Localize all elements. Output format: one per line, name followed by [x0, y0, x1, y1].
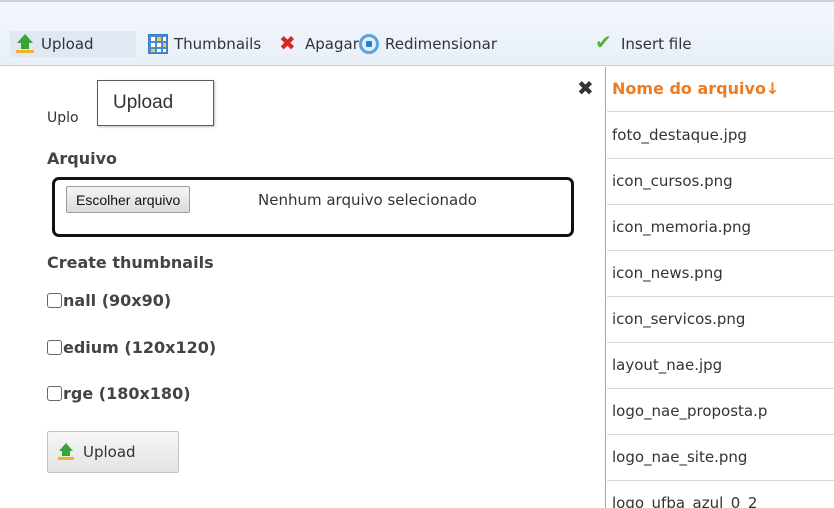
toolbar-resize-label: Redimensionar — [385, 35, 498, 53]
file-row[interactable]: logo_ufba_azul_0_2 — [607, 481, 834, 508]
delete-x-icon: ✖ — [279, 31, 296, 55]
no-file-selected-text: Nenhum arquivo selecionado — [258, 191, 477, 209]
upload-submit-label: Upload — [83, 443, 136, 461]
small-checkbox[interactable] — [47, 293, 62, 308]
file-row[interactable]: foto_destaque.jpg — [607, 113, 834, 159]
toolbar-thumbnails-label: Thumbnails — [174, 35, 262, 53]
large-checkbox[interactable] — [47, 386, 62, 401]
upload-submit-button[interactable]: Upload — [47, 431, 179, 473]
toolbar-upload-label: Upload — [41, 35, 94, 53]
file-row[interactable]: icon_servicos.png — [607, 297, 834, 343]
upload-arrow-icon — [58, 443, 76, 461]
thumbnail-option-large[interactable]: rge (180x180) — [47, 384, 191, 403]
small-option-label: nall (90x90) — [63, 291, 172, 310]
file-name-column-header[interactable]: Nome do arquivo↓ — [607, 67, 834, 112]
resize-icon — [359, 34, 379, 54]
file-row[interactable]: logo_nae_site.png — [607, 435, 834, 481]
medium-checkbox[interactable] — [47, 340, 62, 355]
large-option-label: rge (180x180) — [63, 384, 191, 403]
toolbar-upload-button[interactable]: Upload — [10, 31, 136, 57]
upload-panel: ✖ Uplo Upload Arquivo Escolher arquivo N… — [0, 67, 606, 508]
upload-form-title: Uplo — [47, 110, 79, 126]
toolbar-delete-label: Apagar — [305, 35, 359, 53]
file-row[interactable]: logo_nae_proposta.p — [607, 389, 834, 435]
create-thumbnails-heading: Create thumbnails — [47, 253, 214, 272]
toolbar-delete-button[interactable]: ✖ Apagar — [279, 31, 359, 57]
thumbnail-option-medium[interactable]: edium (120x120) — [47, 338, 216, 357]
upload-arrow-icon — [15, 34, 35, 54]
medium-option-label: edium (120x120) — [63, 338, 217, 357]
upload-tooltip: Upload — [97, 80, 214, 126]
checkmark-icon: ✔ — [595, 30, 612, 54]
toolbar-insert-label: Insert file — [621, 35, 692, 53]
file-input[interactable]: Escolher arquivo Nenhum arquivo selecion… — [52, 177, 574, 237]
file-row[interactable]: layout_nae.jpg — [607, 343, 834, 389]
file-row[interactable]: icon_news.png — [607, 251, 834, 297]
file-field-label: Arquivo — [47, 149, 118, 168]
toolbar-resize-button[interactable]: Redimensionar — [359, 31, 497, 57]
toolbar-thumbnails-button[interactable]: Thumbnails — [148, 31, 261, 57]
thumbnail-option-small[interactable]: nall (90x90) — [47, 291, 171, 310]
file-row[interactable]: icon_memoria.png — [607, 205, 834, 251]
file-list: Nome do arquivo↓ foto_destaque.jpg icon_… — [607, 67, 834, 508]
file-row[interactable]: icon_cursos.png — [607, 159, 834, 205]
choose-file-button[interactable]: Escolher arquivo — [66, 186, 191, 213]
close-icon[interactable]: ✖ — [577, 78, 594, 98]
toolbar: Upload Thumbnails ✖ Apagar Redimensionar… — [0, 0, 834, 66]
toolbar-insert-file-button[interactable]: ✔ Insert file — [595, 31, 692, 57]
thumbnails-grid-icon — [148, 34, 168, 54]
